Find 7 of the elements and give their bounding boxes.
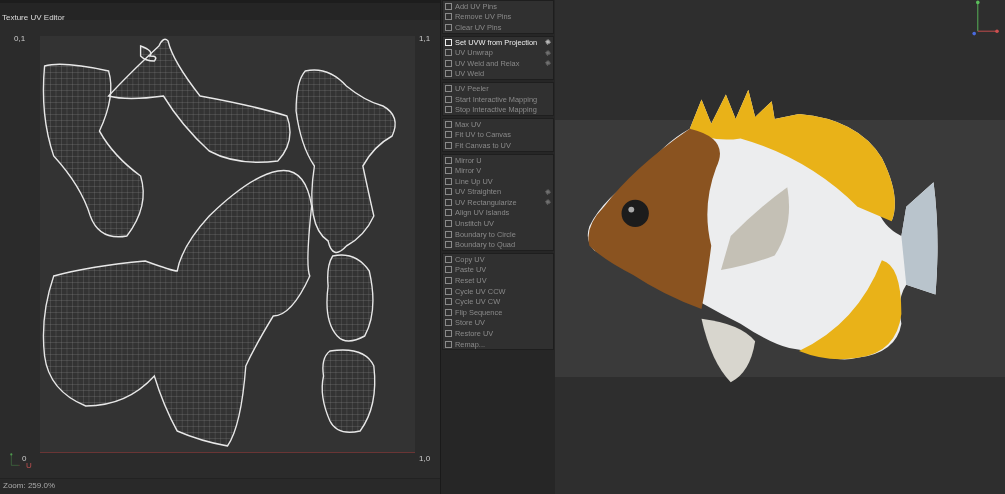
- uv-coordinate-label: 0: [22, 454, 27, 463]
- 3d-viewport[interactable]: [555, 0, 1005, 494]
- uv-coordinate-label: 1,1: [419, 34, 431, 43]
- uv-coordinate-label: 1,0: [419, 454, 431, 463]
- u-axis-label: U: [26, 461, 32, 470]
- uv-coordinate-label: 0,1: [14, 34, 26, 43]
- panel-title: Texture UV Editor: [2, 13, 65, 22]
